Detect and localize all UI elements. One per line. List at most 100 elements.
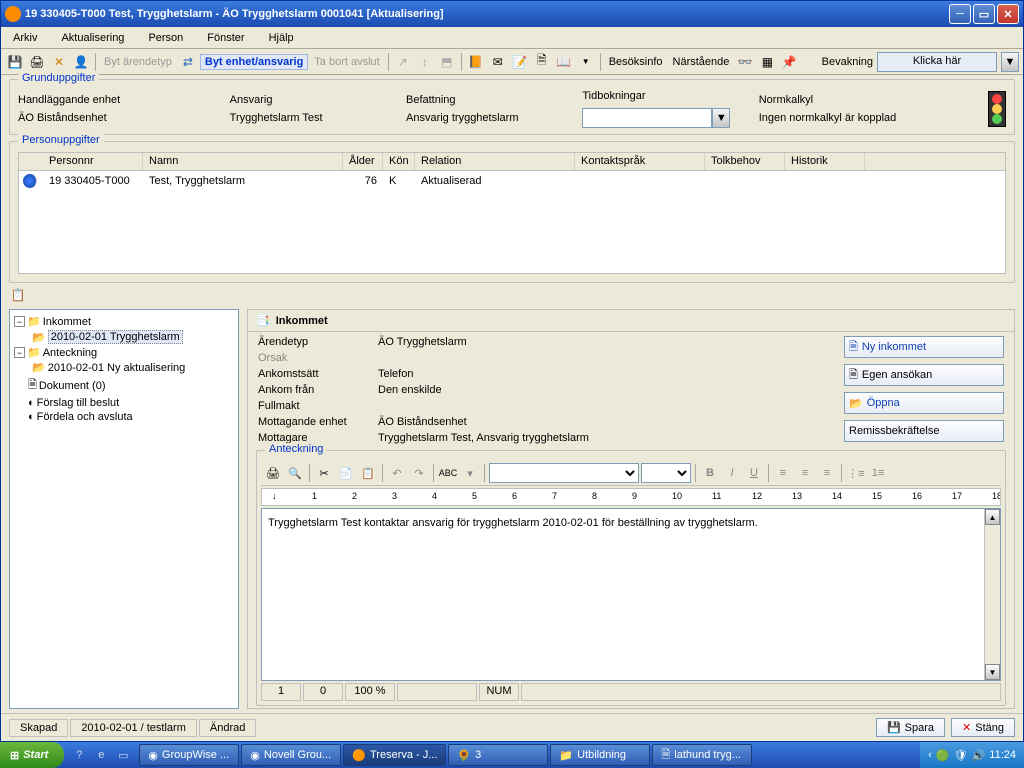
rte-paste-icon[interactable]: 📋 [358, 463, 378, 483]
menu-person[interactable]: Person [142, 30, 189, 46]
mail-icon[interactable]: ✉ [488, 52, 508, 72]
start-button[interactable]: ⊞ Start [0, 742, 64, 768]
rte-align-right-icon[interactable]: ≡ [817, 463, 837, 483]
table-row[interactable]: 19 330405-T000 Test, Trygghetslarm 76 K … [19, 171, 1005, 191]
task-utbildning[interactable]: 📁Utbildning [550, 744, 650, 766]
save-icon[interactable]: 💾 [5, 52, 25, 72]
tree-anteckning[interactable]: − 📁 Anteckning [14, 345, 234, 360]
rte-redo-icon[interactable]: ↷ [409, 463, 429, 483]
col-tolk[interactable]: Tolkbehov [705, 153, 785, 170]
tree-forslag[interactable]: ◐ Förslag till beslut [14, 396, 234, 410]
tree-dokument[interactable]: 🗎 Dokument (0) [14, 375, 234, 396]
editor[interactable]: Trygghetslarm Test kontaktar ansvarig fö… [261, 508, 1001, 681]
rte-print-icon[interactable]: 🖨 [263, 463, 283, 483]
collapse-icon[interactable]: − [14, 347, 25, 358]
tidbokningar-select[interactable] [582, 108, 712, 128]
besoksinfo-button[interactable]: Besöksinfo [605, 56, 667, 68]
rte-bullets-icon[interactable]: ⋮≡ [846, 463, 866, 483]
task-novell[interactable]: ◉Novell Grou... [241, 744, 341, 766]
task-treserva[interactable]: 🟠Treserva - J... [343, 744, 446, 766]
clipboard-icon[interactable]: 📋 [9, 287, 27, 303]
rte-align-center-icon[interactable]: ≡ [795, 463, 815, 483]
minimize-button[interactable]: ─ [949, 4, 971, 24]
tray-icon-2[interactable]: 🛡 [954, 749, 968, 762]
menu-arkiv[interactable]: Arkiv [7, 30, 43, 46]
tree-fordela[interactable]: ◐ Fördela och avsluta [14, 410, 234, 424]
narstaende-button[interactable]: Närstående [669, 56, 734, 68]
ny-inkommet-button[interactable]: 🗎Ny inkommet [844, 336, 1004, 358]
tree-anteckning-item[interactable]: 📂 2010-02-01 Ny aktualisering [14, 360, 234, 375]
menu-fonster[interactable]: Fönster [201, 30, 250, 46]
manual-icon[interactable]: 📖 [554, 52, 574, 72]
note-icon[interactable]: 📝 [510, 52, 530, 72]
rte-underline-icon[interactable]: U [744, 463, 764, 483]
byt-enhet-button[interactable]: Byt enhet/ansvarig [200, 54, 308, 70]
ql-desktop-icon[interactable]: ▭ [114, 746, 132, 764]
col-personnr[interactable]: Personnr [43, 153, 143, 170]
task-groupwise[interactable]: ◉GroupWise ... [139, 744, 239, 766]
task-lathund[interactable]: 🗎lathund tryg... [652, 744, 752, 766]
bevakning-dropdown-icon[interactable]: ▼ [1001, 52, 1019, 72]
tree-inkommet[interactable]: − 📁 Inkommet [14, 314, 234, 329]
scrollbar[interactable]: ▲ ▼ [984, 509, 1000, 680]
rte-numbers-icon[interactable]: 1≡ [868, 463, 888, 483]
col-kontakt[interactable]: Kontaktspråk [575, 153, 705, 170]
tool-icon-2[interactable]: ↕ [415, 52, 435, 72]
close-button[interactable]: ✕ [997, 4, 1019, 24]
pin-icon[interactable]: 📌 [779, 52, 799, 72]
rte-copy-icon[interactable]: 📄 [336, 463, 356, 483]
col-namn[interactable]: Namn [143, 153, 343, 170]
tray-icon-1[interactable]: 🟢 [936, 749, 950, 762]
rte-more-icon[interactable]: ▾ [460, 463, 480, 483]
maximize-button[interactable]: ▭ [973, 4, 995, 24]
tray-icon-3[interactable]: 🔊 [972, 749, 986, 762]
book-icon[interactable]: 📙 [466, 52, 486, 72]
oppna-button[interactable]: 📂Öppna [844, 392, 1004, 414]
rte-cut-icon[interactable]: ✂ [314, 463, 334, 483]
col-historik[interactable]: Historik [785, 153, 865, 170]
tool-icon-3[interactable]: ⬒ [437, 52, 457, 72]
egen-ansokan-button[interactable]: 🗎Egen ansökan [844, 364, 1004, 386]
doc-icon[interactable]: 🗎 [532, 52, 552, 72]
cell-personnr: 19 330405-T000 [43, 173, 143, 189]
task-3[interactable]: 🌻3 [448, 744, 548, 766]
tidbokningar-dropdown-icon[interactable]: ▼ [712, 108, 730, 128]
status-line: 1 [261, 683, 301, 701]
delete-icon[interactable]: ✕ [49, 52, 69, 72]
taskbar: ⊞ Start ? e ▭ ◉GroupWise ... ◉Novell Gro… [0, 742, 1024, 768]
rte-preview-icon[interactable]: 🔍 [285, 463, 305, 483]
skapad-label: Skapad [9, 719, 68, 737]
menu-hjalp[interactable]: Hjälp [263, 30, 300, 46]
col-kon[interactable]: Kön [383, 153, 415, 170]
remiss-button[interactable]: Remissbekräftelse [844, 420, 1004, 442]
stang-button[interactable]: ✕Stäng [951, 718, 1015, 737]
rte-undo-icon[interactable]: ↶ [387, 463, 407, 483]
scroll-down-icon[interactable]: ▼ [985, 664, 1000, 680]
clock[interactable]: 11:24 [989, 749, 1016, 761]
befattning-value: Ansvarig trygghetslarm [406, 112, 582, 124]
tool-icon-1[interactable]: ↗ [393, 52, 413, 72]
menu-aktualisering[interactable]: Aktualisering [55, 30, 130, 46]
collapse-icon[interactable]: − [14, 316, 25, 327]
rte-font-select[interactable] [489, 463, 639, 483]
rte-spell-icon[interactable]: ABC [438, 463, 458, 483]
print-icon[interactable]: 🖨 [27, 52, 47, 72]
tray-expand-icon[interactable]: ‹ [928, 749, 932, 761]
rte-size-select[interactable] [641, 463, 691, 483]
dropdown-icon[interactable]: ▼ [576, 52, 596, 72]
ql-help-icon[interactable]: ? [70, 746, 88, 764]
rte-italic-icon[interactable]: I [722, 463, 742, 483]
glasses-icon[interactable]: 👓 [735, 52, 755, 72]
rte-bold-icon[interactable]: B [700, 463, 720, 483]
spara-button[interactable]: 💾Spara [876, 718, 945, 737]
bevakning-select[interactable]: Klicka här [877, 52, 997, 72]
person-icon[interactable]: 👤 [71, 52, 91, 72]
col-alder[interactable]: Ålder [343, 153, 383, 170]
grid-icon[interactable]: ▦ [757, 52, 777, 72]
rte-align-left-icon[interactable]: ≡ [773, 463, 793, 483]
swap-icon[interactable]: ⇄ [178, 52, 198, 72]
col-relation[interactable]: Relation [415, 153, 575, 170]
ql-ie-icon[interactable]: e [92, 746, 110, 764]
scroll-up-icon[interactable]: ▲ [985, 509, 1000, 525]
tree-inkommet-item[interactable]: 📂 2010-02-01 Trygghetslarm [14, 329, 234, 345]
